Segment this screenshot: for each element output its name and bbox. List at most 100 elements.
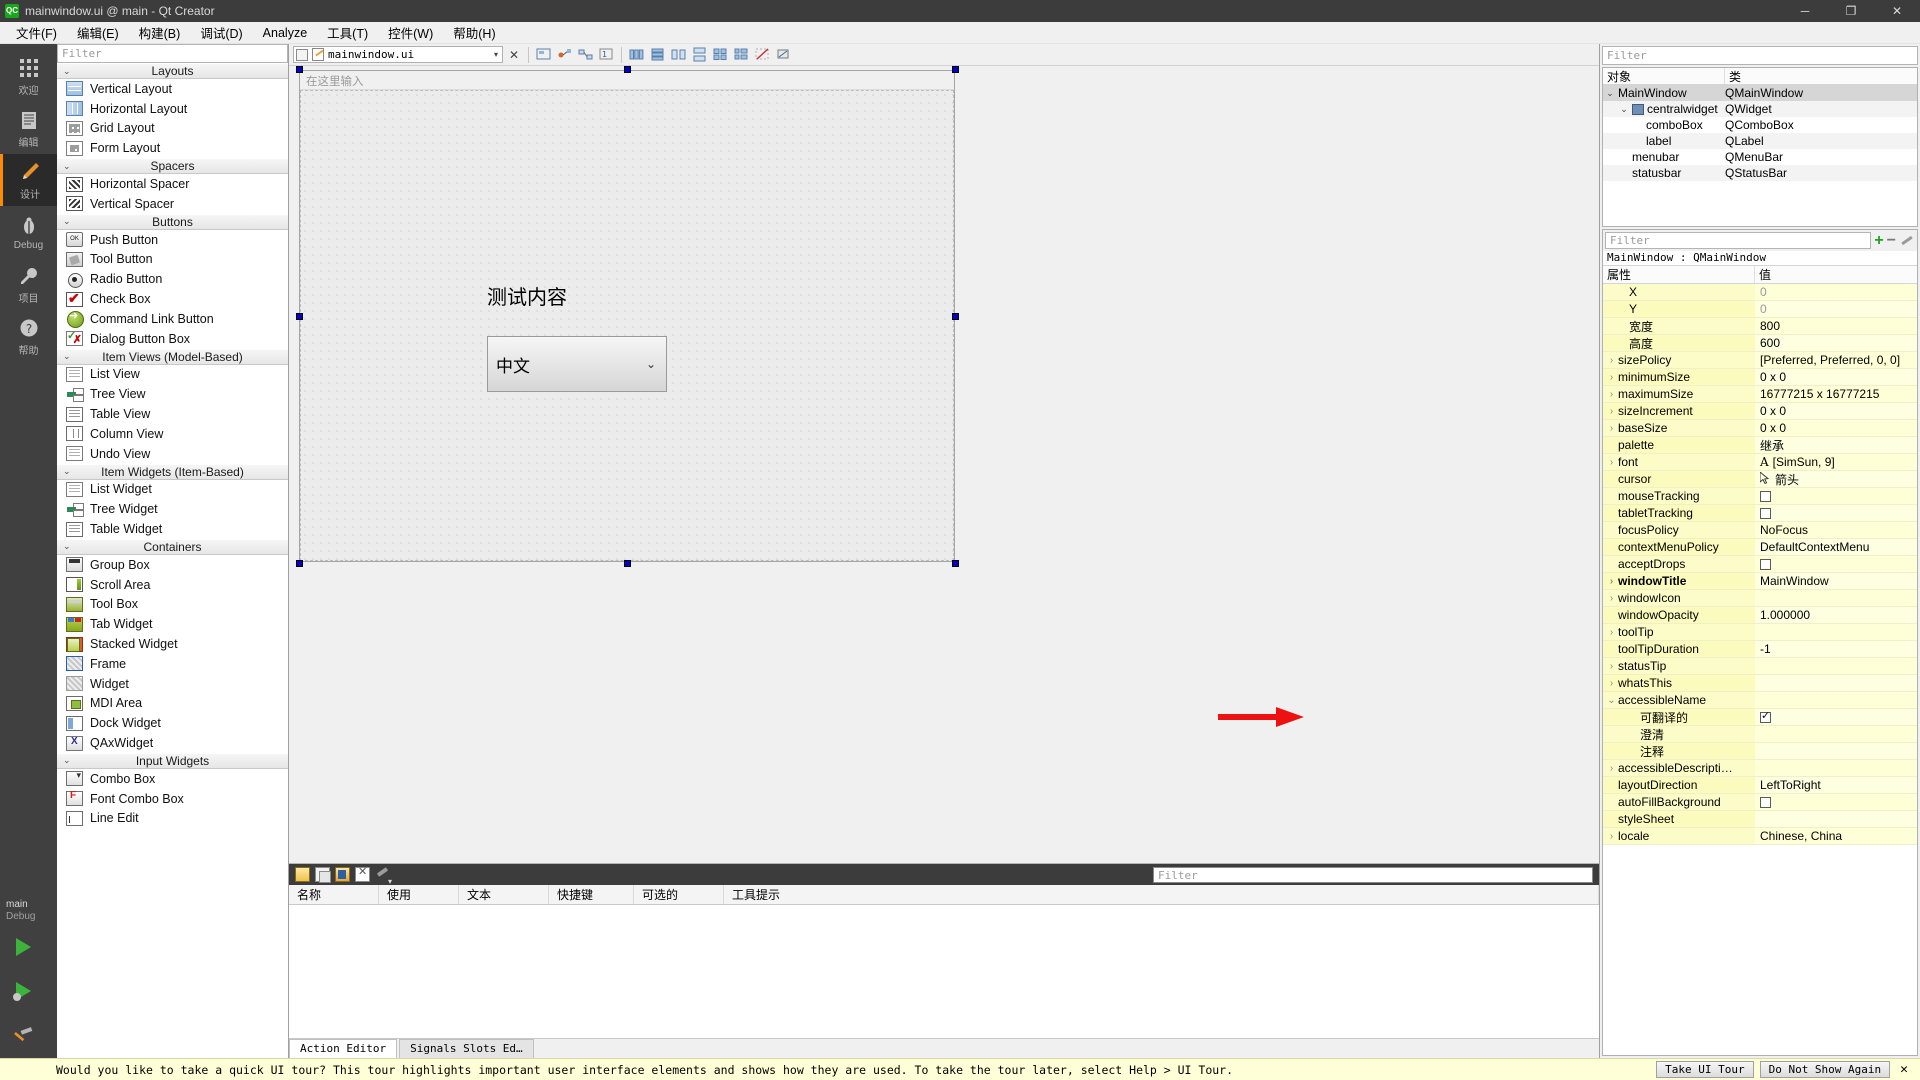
property-value-cell[interactable]: Chinese, China [1755, 828, 1917, 844]
property-value-cell[interactable]: LeftToRight [1755, 777, 1917, 793]
widget-group-header[interactable]: ⌄ Item Views (Model-Based) [57, 348, 288, 365]
property-value-cell[interactable] [1755, 624, 1917, 640]
menu-item-analyze[interactable]: Analyze [253, 24, 317, 42]
property-row[interactable]: › sizeIncrement 0 x 0 [1603, 403, 1917, 420]
widget-item[interactable]: Command Link Button [57, 309, 288, 329]
object-tree-row[interactable]: statusbar QStatusBar [1603, 165, 1917, 181]
widget-group-header[interactable]: ⌄ Item Widgets (Item-Based) [57, 463, 288, 480]
widget-item[interactable]: Column View [57, 424, 288, 444]
resize-handle-bottom-middle[interactable] [624, 560, 631, 567]
menu-item-file[interactable]: 文件(F) [6, 21, 67, 44]
widget-box-filter[interactable]: Filter [57, 44, 288, 63]
property-value-cell[interactable] [1755, 743, 1917, 759]
resize-handle-middle-right[interactable] [952, 313, 959, 320]
layout-horizontally-button[interactable] [627, 45, 646, 64]
property-value-cell[interactable]: MainWindow [1755, 573, 1917, 589]
property-row[interactable]: › accessibleDescripti… [1603, 760, 1917, 777]
configure-icon[interactable] [1899, 233, 1915, 249]
tab-action-editor[interactable]: Action Editor [289, 1039, 398, 1058]
widget-group-header[interactable]: ⌄ Layouts [57, 63, 288, 79]
property-row[interactable]: X0 [1603, 284, 1917, 301]
widget-item[interactable]: Tree Widget [57, 499, 288, 519]
property-value-cell[interactable]: 1.000000 [1755, 607, 1917, 623]
column-header-checkable[interactable]: 可选的 [634, 885, 724, 904]
column-header-value[interactable]: 值 [1755, 266, 1917, 283]
widget-item[interactable]: List Widget [57, 480, 288, 500]
property-row[interactable]: ⌄ accessibleName [1603, 692, 1917, 709]
menu-item-build[interactable]: 构建(B) [129, 21, 191, 44]
column-header-class[interactable]: 类 [1725, 68, 1917, 84]
widget-item[interactable]: Frame [57, 654, 288, 674]
property-row[interactable]: toolTipDuration -1 [1603, 641, 1917, 658]
property-value-cell[interactable] [1755, 505, 1917, 521]
property-row[interactable]: layoutDirection LeftToRight [1603, 777, 1917, 794]
property-value-cell[interactable] [1755, 488, 1917, 504]
take-ui-tour-button[interactable]: Take UI Tour [1656, 1061, 1754, 1078]
property-value-cell[interactable]: 0 x 0 [1755, 403, 1917, 419]
chevron-right-icon[interactable]: › [1605, 763, 1618, 774]
property-value-cell[interactable]: 箭头 [1755, 471, 1917, 487]
column-header-used[interactable]: 使用 [379, 885, 459, 904]
widget-group-header[interactable]: ⌄ Spacers [57, 158, 288, 175]
edit-widgets-button[interactable] [534, 45, 553, 64]
open-document-selector[interactable]: mainwindow.ui ▾ [293, 46, 503, 63]
layout-grid-button[interactable] [711, 45, 730, 64]
object-tree-row[interactable]: ⌄ MainWindow QMainWindow [1603, 85, 1917, 101]
widget-item[interactable]: OK Push Button [57, 230, 288, 250]
property-value-cell[interactable] [1755, 709, 1917, 725]
resize-handle-bottom-left[interactable] [296, 560, 303, 567]
property-value-cell[interactable]: NoFocus [1755, 522, 1917, 538]
resize-handle-top-right[interactable] [952, 66, 959, 73]
widget-item[interactable]: Undo View [57, 444, 288, 464]
property-checkbox[interactable] [1760, 507, 1771, 519]
property-value-cell[interactable]: -1 [1755, 641, 1917, 657]
property-value-cell[interactable]: 600 [1755, 335, 1917, 351]
widget-item[interactable]: QAxWidget [57, 733, 288, 753]
close-document-icon[interactable]: ✕ [505, 48, 523, 62]
property-row[interactable]: › whatsThis [1603, 675, 1917, 692]
action-editor-filter[interactable]: Filter [1153, 866, 1593, 883]
property-checkbox[interactable] [1760, 796, 1771, 808]
widget-item[interactable]: Combo Box [57, 769, 288, 789]
widget-item[interactable]: Stacked Widget [57, 634, 288, 654]
widget-item[interactable]: Grid Layout [57, 119, 288, 139]
chevron-right-icon[interactable]: › [1605, 372, 1618, 383]
widget-item[interactable]: Widget [57, 674, 288, 694]
resize-handle-top-middle[interactable] [624, 66, 631, 73]
chevron-right-icon[interactable]: › [1605, 678, 1618, 689]
property-row[interactable]: 注释 [1603, 743, 1917, 760]
edit-tab-order-button[interactable]: 1 [597, 45, 616, 64]
widget-item[interactable]: Tab Widget [57, 614, 288, 634]
widget-item[interactable]: Horizontal Layout [57, 99, 288, 119]
property-row[interactable]: autoFillBackground [1603, 794, 1917, 811]
chevron-right-icon[interactable]: › [1605, 831, 1618, 842]
property-row[interactable]: palette 继承 [1603, 437, 1917, 454]
run-button[interactable] [0, 926, 57, 970]
minimize-icon[interactable]: ─ [1782, 0, 1828, 22]
widget-item[interactable]: Tree View [57, 384, 288, 404]
property-row[interactable]: styleSheet [1603, 811, 1917, 828]
remove-property-icon[interactable]: − [1887, 232, 1896, 248]
property-row[interactable]: › font A [SimSun, 9] [1603, 454, 1917, 471]
mode-projects[interactable]: 项目 [0, 258, 57, 310]
widget-item[interactable]: Tool Button [57, 250, 288, 270]
break-layout-button[interactable] [753, 45, 772, 64]
object-tree-row[interactable]: menubar QMenuBar [1603, 149, 1917, 165]
property-row[interactable]: › minimumSize 0 x 0 [1603, 369, 1917, 386]
menu-item-widgets[interactable]: 控件(W) [378, 21, 443, 44]
widget-item[interactable]: List View [57, 365, 288, 385]
mode-edit[interactable]: 编辑 [0, 102, 57, 154]
property-value-cell[interactable] [1755, 658, 1917, 674]
tab-signals-slots-editor[interactable]: Signals Slots Ed… [399, 1039, 534, 1058]
property-row[interactable]: › baseSize 0 x 0 [1603, 420, 1917, 437]
property-value-cell[interactable] [1755, 556, 1917, 572]
widget-group-header[interactable]: ⌄ Containers [57, 538, 288, 555]
widget-item[interactable]: Font Combo Box [57, 789, 288, 809]
property-checkbox[interactable] [1760, 558, 1771, 570]
property-row[interactable]: 可翻译的 [1603, 709, 1917, 726]
widget-item[interactable]: Vertical Spacer [57, 194, 288, 214]
property-row[interactable]: 高度 600 [1603, 335, 1917, 352]
widget-item[interactable]: Tool Box [57, 595, 288, 615]
property-editor-filter[interactable]: Filter [1605, 232, 1872, 249]
column-header-shortcut[interactable]: 快捷键 [549, 885, 634, 904]
